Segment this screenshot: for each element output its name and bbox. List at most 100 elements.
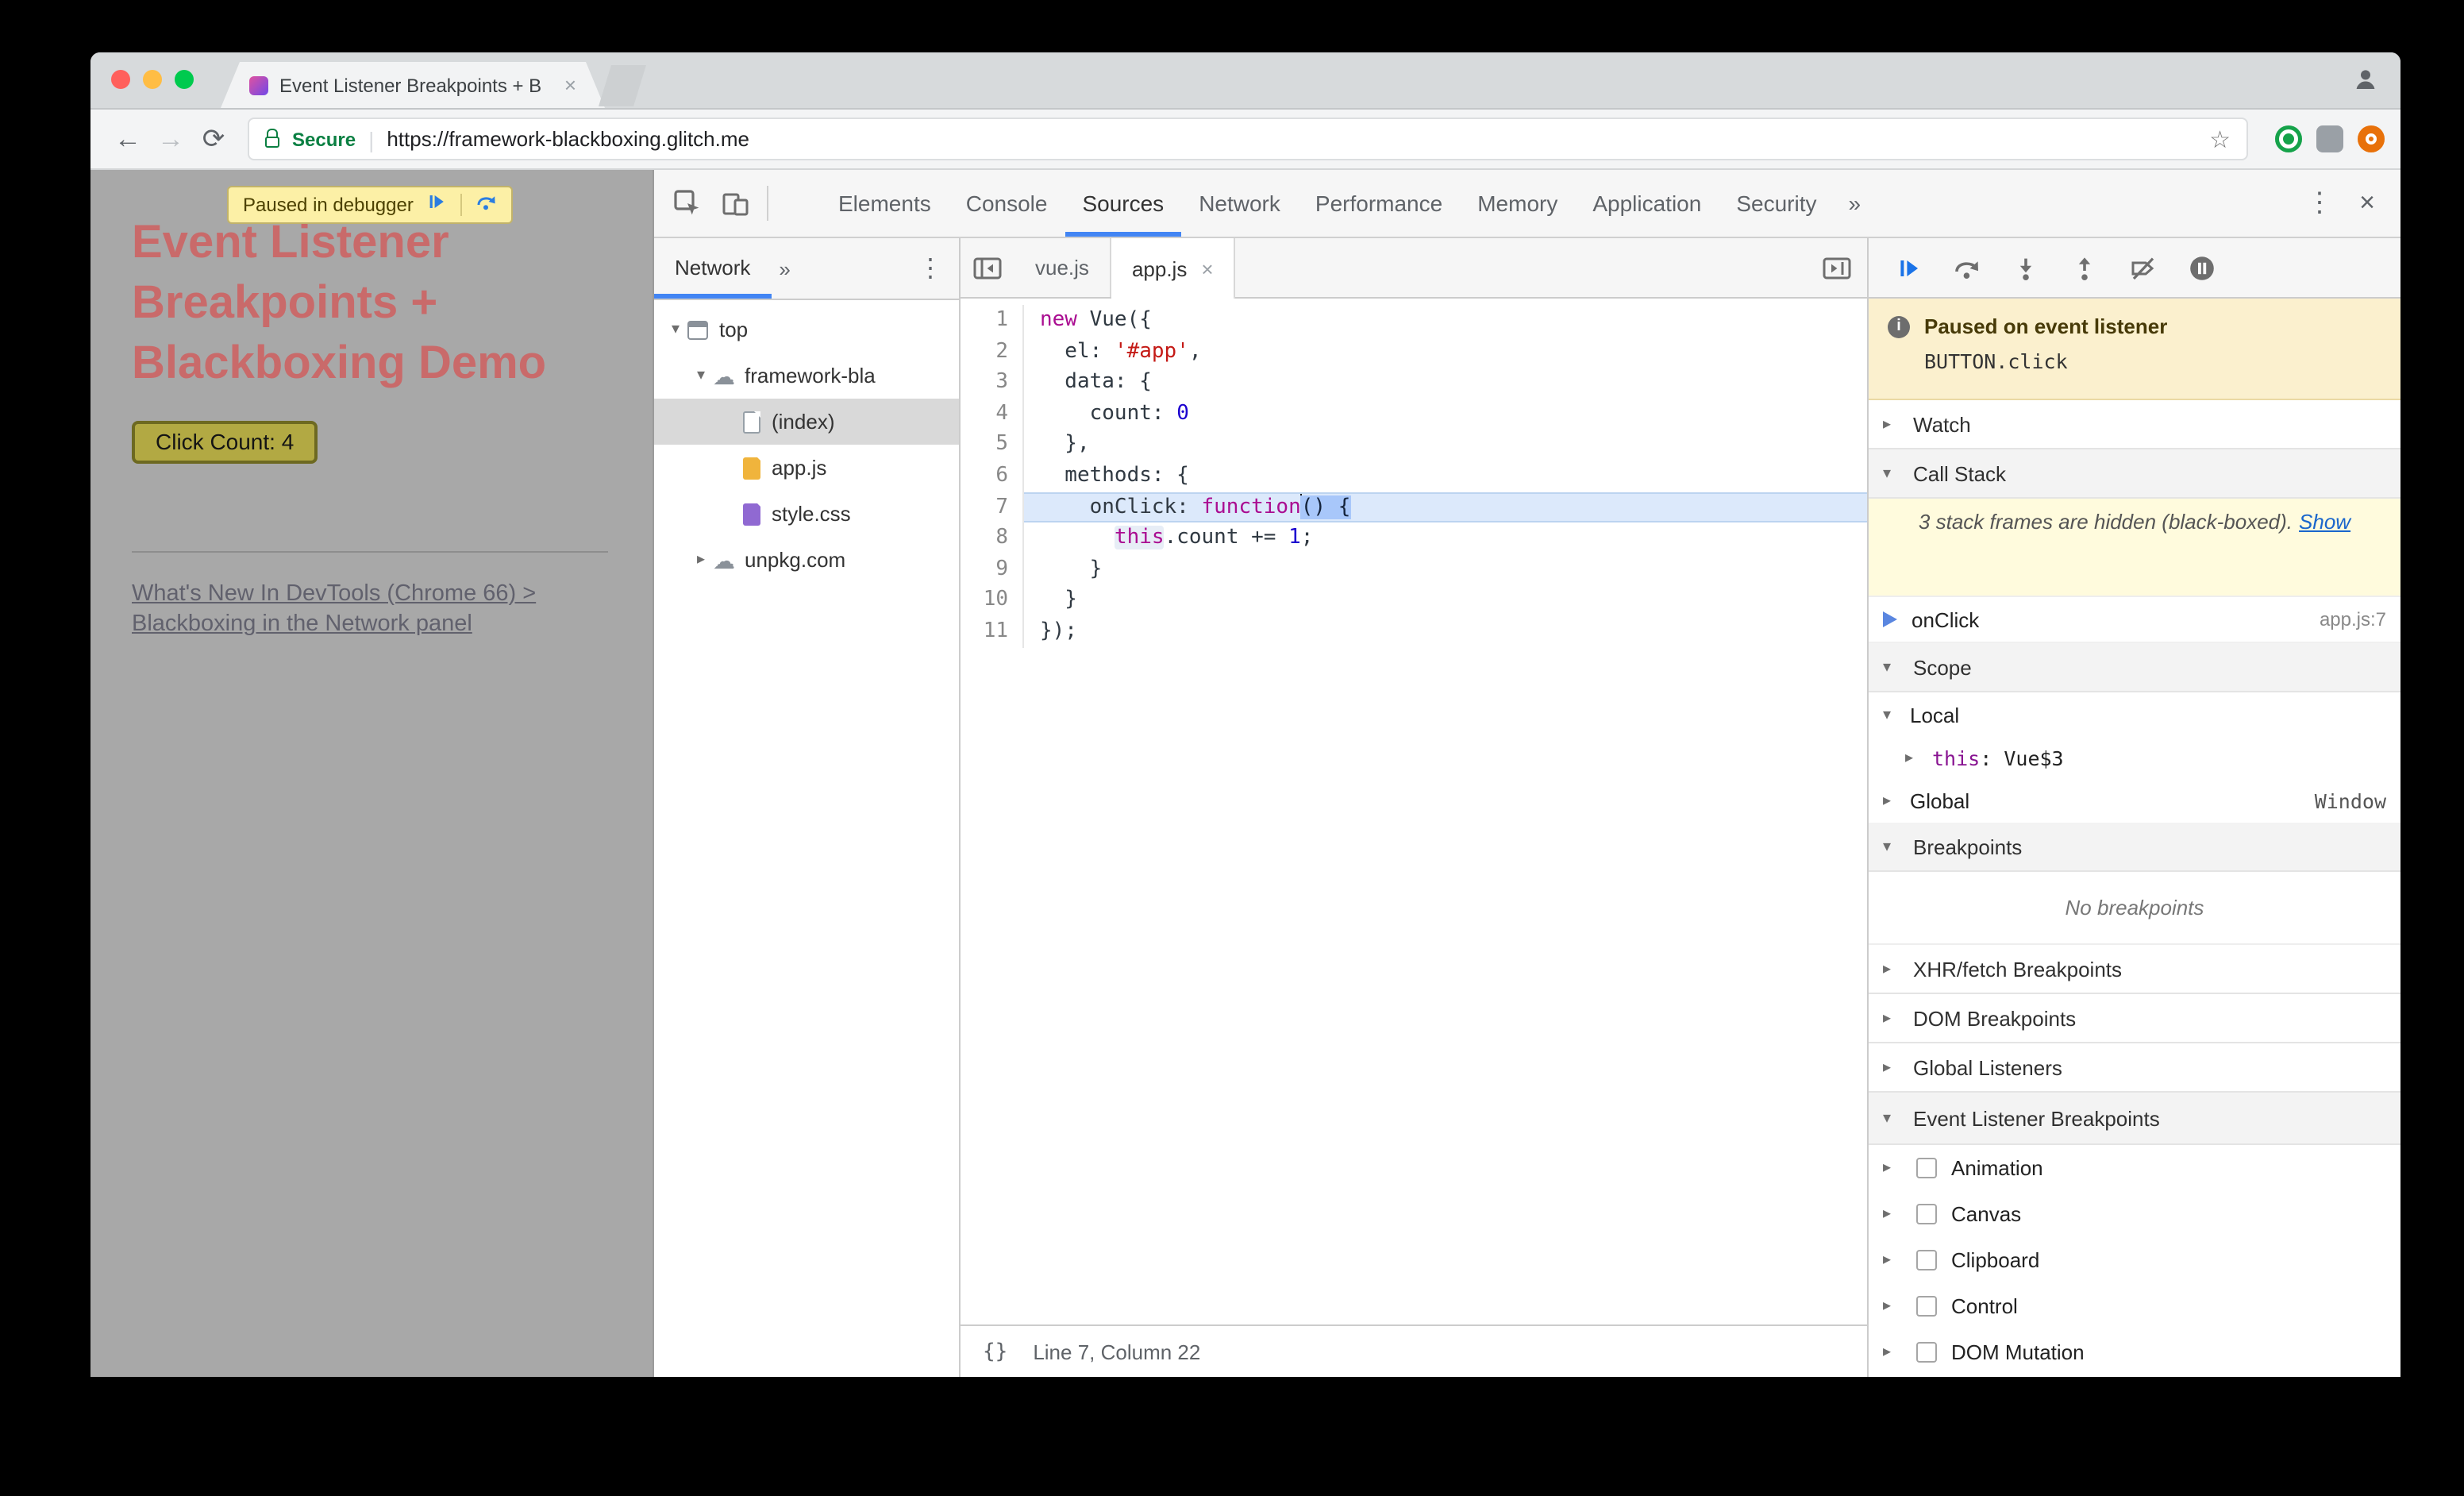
resume-script-icon[interactable] — [1881, 244, 1934, 291]
section-watch[interactable]: ▸ Watch — [1869, 400, 2400, 449]
address-bar[interactable]: Secure | https://framework-blackboxing.g… — [248, 118, 2248, 160]
device-toolbar-icon[interactable] — [711, 179, 759, 227]
tab-close-icon[interactable]: × — [558, 73, 576, 97]
tab-network[interactable]: Network — [1181, 170, 1298, 237]
expand-icon[interactable]: ▸ — [1883, 415, 1902, 433]
inspect-element-icon[interactable] — [664, 179, 711, 227]
category-dom-mutation[interactable]: ▸ DOM Mutation — [1869, 1329, 2400, 1375]
line-number[interactable]: 4 — [961, 398, 1024, 430]
frame-location[interactable]: app.js:7 — [2320, 608, 2386, 630]
tree-item-unpkg-com[interactable]: ▸ ☁ unpkg.com — [654, 537, 959, 583]
devtools-menu-icon[interactable]: ⋮ — [2296, 187, 2343, 219]
tree-item-style-css[interactable]: style.css — [654, 491, 959, 537]
step-into-icon[interactable] — [1999, 244, 2051, 291]
tab-console[interactable]: Console — [949, 170, 1065, 237]
tab-security[interactable]: Security — [1719, 170, 1834, 237]
tab-close-icon[interactable]: × — [1201, 256, 1213, 280]
more-tabs-icon[interactable]: » — [1835, 170, 1876, 237]
expand-icon[interactable]: ▸ — [1883, 792, 1902, 809]
code-text[interactable]: count: 0 — [1024, 399, 1867, 430]
category-checkbox[interactable] — [1916, 1250, 1937, 1270]
line-number[interactable]: 1 — [961, 305, 1024, 337]
expand-icon[interactable]: ▸ — [1905, 749, 1924, 766]
navigator-menu-icon[interactable]: ⋮ — [902, 253, 959, 284]
code-text[interactable]: onClick: function() { — [1024, 492, 1867, 523]
section-event-listener-breakpoints[interactable]: ▾ Event Listener Breakpoints — [1869, 1093, 2400, 1145]
section-global-listeners[interactable]: ▸ Global Listeners — [1869, 1043, 2400, 1093]
code-text[interactable]: } — [1024, 554, 1867, 585]
click-count-button[interactable]: Click Count: 4 — [132, 421, 318, 464]
tree-item-app-js[interactable]: app.js — [654, 445, 959, 491]
line-number[interactable]: 2 — [961, 336, 1024, 368]
section-xhr-breakpoints[interactable]: ▸ XHR/fetch Breakpoints — [1869, 945, 2400, 994]
code-text[interactable]: this.count += 1; — [1024, 522, 1867, 553]
category-checkbox[interactable] — [1916, 1204, 1937, 1224]
line-number[interactable]: 8 — [961, 522, 1024, 554]
code-editor[interactable]: 1 new Vue({2 el: '#app', 3 data: {4 count:… — [961, 299, 1867, 1324]
expand-icon[interactable]: ▸ — [1883, 1159, 1902, 1177]
secure-lock-icon[interactable] — [265, 129, 279, 148]
page-link[interactable]: What's New In DevTools (Chrome 66) > Bla… — [132, 580, 624, 640]
collapse-icon[interactable]: ▾ — [1883, 706, 1902, 723]
tab-application[interactable]: Application — [1575, 170, 1719, 237]
navigator-more-tabs-icon[interactable]: » — [771, 256, 798, 280]
category-control[interactable]: ▸ Control — [1869, 1283, 2400, 1329]
url-text[interactable]: https://framework-blackboxing.glitch.me — [387, 127, 2196, 151]
tab-performance[interactable]: Performance — [1298, 170, 1460, 237]
show-link[interactable]: Show — [2299, 510, 2350, 534]
deactivate-breakpoints-icon[interactable] — [2116, 244, 2169, 291]
line-number[interactable]: 5 — [961, 429, 1024, 461]
tree-item-index[interactable]: (index) — [654, 399, 959, 445]
profile-icon[interactable] — [2353, 67, 2378, 100]
editor-overflow-icon[interactable] — [1807, 238, 1867, 297]
collapse-icon[interactable]: ▾ — [689, 367, 713, 384]
scope-global-row[interactable]: ▸ Global Window — [1869, 778, 2400, 823]
code-text[interactable]: data: { — [1024, 367, 1867, 398]
section-dom-breakpoints[interactable]: ▸ DOM Breakpoints — [1869, 994, 2400, 1043]
tree-item-framework-bla[interactable]: ▾ ☁ framework-bla — [654, 353, 959, 399]
collapse-icon[interactable]: ▾ — [664, 321, 687, 338]
minimize-window-button[interactable] — [143, 70, 162, 89]
category-animation[interactable]: ▸ Animation — [1869, 1145, 2400, 1191]
expand-icon[interactable]: ▸ — [1883, 1205, 1902, 1223]
line-number[interactable]: 6 — [961, 460, 1024, 492]
pretty-print-icon[interactable]: {} — [983, 1340, 1007, 1363]
extension-icon-2[interactable] — [2316, 125, 2343, 152]
banner-resume-icon[interactable] — [428, 191, 447, 219]
line-number[interactable]: 11 — [961, 615, 1024, 648]
line-number[interactable]: 10 — [961, 584, 1024, 616]
expand-icon[interactable]: ▸ — [1883, 1251, 1902, 1269]
step-out-icon[interactable] — [2058, 244, 2110, 291]
tab-elements[interactable]: Elements — [821, 170, 949, 237]
section-call-stack[interactable]: ▾ Call Stack — [1869, 449, 2400, 499]
line-number[interactable]: 9 — [961, 553, 1024, 585]
bookmark-star-icon[interactable]: ☆ — [2209, 125, 2231, 153]
zoom-window-button[interactable] — [175, 70, 194, 89]
line-number[interactable]: 7 — [961, 492, 1024, 523]
section-breakpoints[interactable]: ▾ Breakpoints — [1869, 823, 2400, 872]
browser-tab[interactable]: Event Listener Breakpoints + B × — [221, 62, 605, 108]
section-scope[interactable]: ▾ Scope — [1869, 643, 2400, 692]
category-checkbox[interactable] — [1916, 1296, 1937, 1317]
editor-tab-app-js[interactable]: app.js × — [1111, 238, 1236, 299]
close-window-button[interactable] — [111, 70, 130, 89]
back-button[interactable]: ← — [106, 123, 149, 155]
expand-icon[interactable]: ▸ — [1883, 1297, 1902, 1315]
code-text[interactable]: }, — [1024, 430, 1867, 461]
category-canvas[interactable]: ▸ Canvas — [1869, 1191, 2400, 1237]
code-text[interactable]: }); — [1024, 616, 1867, 647]
pause-on-exceptions-icon[interactable] — [2175, 244, 2227, 291]
line-number[interactable]: 3 — [961, 367, 1024, 399]
tree-item-top[interactable]: ▾ top — [654, 307, 959, 353]
extension-icon-3[interactable] — [2358, 125, 2385, 152]
collapse-icon[interactable]: ▾ — [1883, 658, 1902, 676]
reload-button[interactable]: ⟳ — [192, 123, 235, 155]
category-checkbox[interactable] — [1916, 1342, 1937, 1363]
expand-icon[interactable]: ▸ — [1883, 1344, 1902, 1361]
callstack-frame[interactable]: onClick app.js:7 — [1869, 597, 2400, 643]
scope-this-row[interactable]: ▸ this: Vue$3 — [1869, 737, 2400, 778]
page-link-line2[interactable]: Blackboxing in the Network panel — [132, 611, 472, 637]
banner-step-over-icon[interactable] — [477, 191, 498, 219]
collapse-icon[interactable]: ▾ — [1883, 1109, 1902, 1127]
navigator-tab-network[interactable]: Network — [654, 238, 771, 299]
